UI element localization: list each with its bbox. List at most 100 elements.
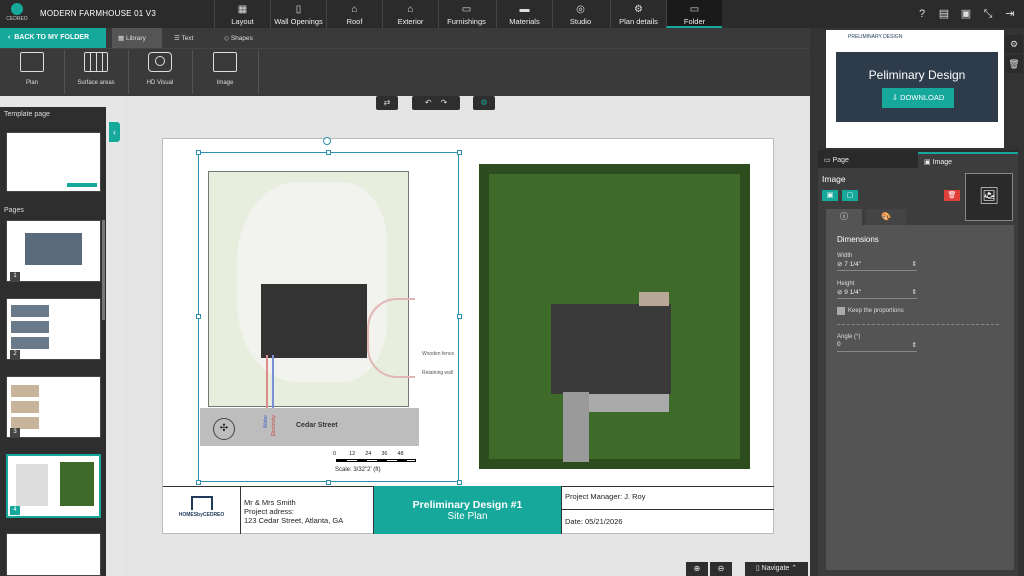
save-icon[interactable]: ▣ xyxy=(958,6,974,22)
wooden-fence-label: Wooden fence xyxy=(422,351,455,357)
design-subtitle: Site Plan xyxy=(447,511,488,522)
aerial-rendering-image[interactable] xyxy=(479,164,750,469)
width-field[interactable]: ⊘ 7 1/4" ⇕ xyxy=(837,260,917,271)
house-roof xyxy=(261,284,367,358)
tab-roof[interactable]: ⌂ Roof xyxy=(326,0,382,28)
tab-folder[interactable]: ▭ Folder xyxy=(666,0,722,28)
image-icon xyxy=(213,52,237,72)
resize-handle[interactable] xyxy=(196,314,201,319)
logo-text: CEDREO xyxy=(6,16,28,22)
paint-roller-icon: ▬ xyxy=(519,4,530,15)
settings-icon[interactable]: ⚙ xyxy=(473,96,495,110)
scrollbar[interactable] xyxy=(102,220,105,320)
library-label: Library xyxy=(125,35,146,42)
compass-icon: ✣ xyxy=(213,418,235,440)
divider xyxy=(837,324,999,325)
redo-icon[interactable]: ↷ xyxy=(440,98,447,107)
tab-layout[interactable]: ▦ Layout xyxy=(214,0,270,28)
page-thumbnail[interactable] xyxy=(6,533,101,576)
palette-tab-icon[interactable]: 🎨 xyxy=(866,209,906,225)
page-thumbnail[interactable] xyxy=(6,376,101,438)
resize-handle[interactable] xyxy=(326,480,331,485)
stepper-icon[interactable]: ⇕ xyxy=(912,260,917,268)
image-icon: ▣ xyxy=(924,159,931,166)
page-thumbnail-selected[interactable] xyxy=(6,454,101,518)
resize-handle[interactable] xyxy=(196,150,201,155)
exit-fullscreen-icon[interactable]: ⤡ xyxy=(980,6,996,22)
tab-library[interactable]: ▦ Library xyxy=(112,28,162,48)
scale-tick: 48 xyxy=(397,451,404,457)
camera-icon xyxy=(148,52,172,72)
resize-handle[interactable] xyxy=(457,314,462,319)
tab-studio[interactable]: ◎ Studio xyxy=(552,0,608,28)
resize-handle[interactable] xyxy=(457,480,462,485)
link-icon: ⊘ xyxy=(837,289,843,296)
tab-exterior[interactable]: ⌂ Exterior xyxy=(382,0,438,28)
page-thumbnail[interactable] xyxy=(6,220,101,282)
company-logo: HOMESbyCEDREO xyxy=(163,486,241,534)
tab-shapes[interactable]: ◇ Shapes xyxy=(224,28,274,48)
page-number: 3 xyxy=(10,428,20,437)
shapes-icon: ◇ xyxy=(224,35,229,42)
hd-visual-tool[interactable]: HD Visual xyxy=(129,52,191,86)
info-tab-icon[interactable]: ⓘ xyxy=(826,209,862,225)
undo-icon[interactable]: ↶ xyxy=(425,98,432,107)
angle-field[interactable]: 0 ⇕ xyxy=(837,341,917,352)
template-page-thumbnail[interactable] xyxy=(6,132,101,192)
surface-areas-tool[interactable]: Surface areas xyxy=(65,52,127,86)
trash-icon[interactable]: 🗑 xyxy=(1005,55,1023,73)
tab-label: Folder xyxy=(683,17,706,26)
dimensions-section xyxy=(826,225,1014,570)
zoom-out-icon[interactable]: ⊖ xyxy=(710,562,732,576)
tab-furnishings[interactable]: ▭ Furnishings xyxy=(438,0,494,28)
help-icon[interactable]: ? xyxy=(914,6,930,22)
angle-value: 0 xyxy=(837,341,841,348)
plan-tool[interactable]: Plan xyxy=(1,52,63,86)
tab-label: Layout xyxy=(231,17,254,26)
text-icon: ☰ xyxy=(174,35,180,42)
tab-materials[interactable]: ▬ Materials xyxy=(496,0,552,28)
image-tool[interactable]: Image xyxy=(194,52,256,86)
tab-label: Plan details xyxy=(619,17,658,26)
close-project-icon[interactable]: ⇥ xyxy=(1002,6,1018,22)
logo-icon xyxy=(11,3,23,15)
water-label: Water xyxy=(263,415,269,429)
stepper-icon[interactable]: ⇕ xyxy=(912,341,917,349)
navigate-button[interactable]: ▯ Navigate ⌃ xyxy=(745,562,808,576)
height-label: Height xyxy=(837,281,855,287)
tab-page[interactable]: ▭ Page xyxy=(818,152,918,168)
app-logo: CEDREO xyxy=(4,3,30,25)
resize-handle[interactable] xyxy=(326,150,331,155)
page-thumbnail[interactable] xyxy=(6,298,101,360)
zoom-in-icon[interactable]: ⊕ xyxy=(686,562,708,576)
tab-label: Exterior xyxy=(397,17,424,26)
client-name: Mr & Mrs Smith xyxy=(244,498,296,507)
tool-label: HD Visual xyxy=(146,80,174,86)
stepper-icon[interactable]: ⇕ xyxy=(912,288,917,296)
rotate-handle[interactable] xyxy=(323,137,331,145)
back-to-my-folder-button[interactable]: ‹ BACK TO MY FOLDER xyxy=(0,28,106,48)
keep-proportions-checkbox[interactable] xyxy=(837,307,845,315)
tab-label: Studio xyxy=(569,17,592,26)
replace-image-icon[interactable]: 🖼 xyxy=(965,173,1013,221)
folder-icon: ▭ xyxy=(689,4,700,15)
tab-text[interactable]: ☰ Text xyxy=(174,28,214,48)
settings-icon[interactable]: ⚙ xyxy=(1005,35,1023,53)
resize-handle[interactable] xyxy=(457,150,462,155)
tab-wall-openings[interactable]: ▯ Wall Openings xyxy=(270,0,326,28)
bring-forward-icon[interactable]: ▣ xyxy=(822,190,838,201)
send-backward-icon[interactable]: ▢ xyxy=(842,190,858,201)
page-preview[interactable]: PRELIMINARY DESIGN Peliminary Design ⇩ D… xyxy=(826,30,1004,148)
download-button[interactable]: ⇩ DOWNLOAD xyxy=(882,88,954,108)
tab-image[interactable]: ▣ Image xyxy=(918,152,1018,168)
height-field[interactable]: ⊘ 9 1/4" ⇕ xyxy=(837,288,917,299)
delete-image-icon[interactable]: 🗑 xyxy=(944,190,960,201)
comment-icon[interactable]: ▤ xyxy=(936,6,952,22)
tab-plan-details[interactable]: ⚙ Plan details xyxy=(610,0,666,28)
roof-icon: ⌂ xyxy=(351,4,358,15)
resize-handle[interactable] xyxy=(196,480,201,485)
scale-ticks: 0 12 24 36 48 xyxy=(333,451,423,457)
collapse-sidebar-button[interactable]: ‹ xyxy=(109,122,120,142)
swap-icon[interactable]: ⇄ xyxy=(376,96,398,110)
scale-bar xyxy=(336,459,416,462)
